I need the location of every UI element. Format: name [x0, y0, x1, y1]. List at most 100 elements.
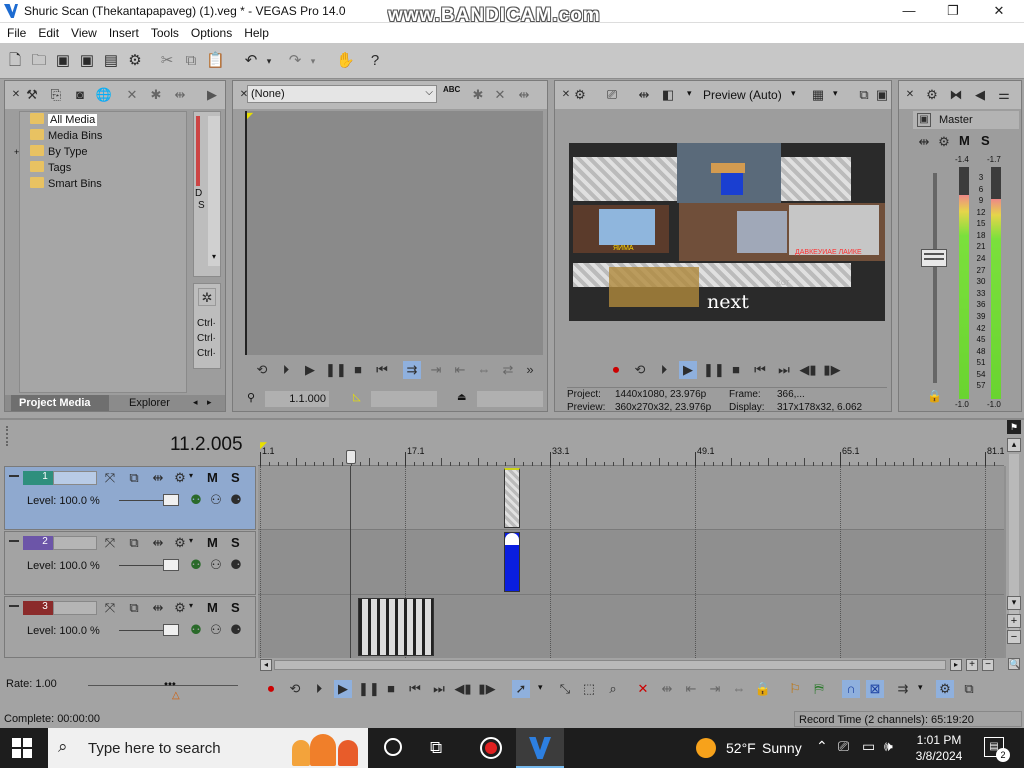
fx-icon[interactable]: ✲ — [198, 288, 216, 306]
composite-mode-icon[interactable]: ⚉ — [187, 556, 205, 574]
trimmer-in-field[interactable] — [371, 391, 437, 407]
clock-date[interactable]: 3/8/2024 — [914, 749, 964, 763]
play-from-start-icon[interactable]: ⏵ — [277, 361, 295, 379]
chevron-down-icon[interactable]: ▾ — [791, 88, 796, 99]
loop-icon[interactable]: ⟲ — [631, 361, 649, 379]
remove-media-icon[interactable]: ✕ — [123, 86, 141, 104]
video-clip-track2[interactable] — [504, 532, 520, 592]
trimmer-split-icon[interactable]: ⇹ — [515, 86, 533, 104]
tree-item-all-media[interactable]: All Media — [30, 112, 102, 128]
trimmer-media-dropdown[interactable]: (None) ⌵ — [247, 85, 437, 103]
show-hidden-icons[interactable]: ⌃ — [816, 738, 828, 755]
play-preview-icon[interactable]: ▶ — [203, 86, 221, 104]
spellcheck-icon[interactable]: ABC — [443, 85, 460, 94]
zoom-in-icon[interactable]: + — [966, 659, 978, 671]
windows-start-icon[interactable] — [12, 738, 32, 758]
play-from-start-icon[interactable]: ⏵ — [310, 680, 328, 698]
fit-icon[interactable]: ⇔ — [475, 361, 493, 379]
help-question-icon[interactable]: ? — [366, 52, 384, 70]
play-from-start-icon[interactable]: ⏵ — [655, 361, 673, 379]
render-icon[interactable]: ▤ — [102, 52, 120, 70]
scroll-up-icon[interactable]: ▴ — [1007, 438, 1021, 452]
split-icon[interactable]: ⇔ — [730, 680, 748, 698]
track-fx-icon[interactable]: ⧉ — [125, 599, 143, 617]
trimmer-fx-icon[interactable]: ✱ — [469, 86, 487, 104]
playhead-handle[interactable] — [346, 450, 356, 464]
trimmer-out-field[interactable] — [477, 391, 543, 407]
tree-item-tags[interactable]: Tags — [30, 160, 102, 176]
scroll-down-icon[interactable]: ▾ — [208, 252, 220, 261]
mixer-icon[interactable]: ⚌ — [995, 86, 1013, 104]
settings-gear-icon[interactable]: ⚙ — [126, 52, 144, 70]
envelope-tool-icon[interactable]: ⤡ — [556, 680, 574, 698]
taskbar-search-box[interactable]: ⌕ Type here to search — [48, 728, 368, 768]
master-insert-icon[interactable]: ⇹ — [915, 133, 933, 151]
marker-icon[interactable]: ⚐ — [786, 680, 804, 698]
menu-file[interactable]: File — [0, 23, 31, 40]
menu-help[interactable]: Help — [237, 23, 274, 40]
trim-icon[interactable]: ⇹ — [658, 680, 676, 698]
menu-tools[interactable]: Tools — [144, 23, 184, 40]
external-monitor-icon[interactable]: ⎚ — [603, 86, 621, 104]
lock-envelopes-icon[interactable]: ⚙ — [936, 680, 954, 698]
go-start-icon[interactable]: ⏮ — [751, 361, 769, 379]
network-icon[interactable]: ▭ — [862, 738, 875, 755]
composite-mode-icon[interactable]: ⚉ — [187, 621, 205, 639]
tab-explorer[interactable]: Explorer — [117, 395, 187, 411]
composite-mode-icon[interactable]: ⚉ — [187, 491, 205, 509]
add-to-timeline-icon[interactable]: ⇉ — [403, 361, 421, 379]
child-composite-icon[interactable]: ⚈ — [227, 556, 245, 574]
bandicam-taskbar-icon[interactable] — [480, 737, 502, 759]
whats-this-hand-icon[interactable]: ✋ — [336, 52, 355, 70]
go-start-icon[interactable]: ⏮ — [406, 680, 424, 698]
new-file-icon[interactable]: 🗋 — [6, 52, 24, 70]
pause-icon[interactable]: ❚❚ — [703, 361, 725, 379]
menu-options[interactable]: Options — [184, 23, 237, 40]
close-button[interactable]: ✕ — [976, 0, 1022, 22]
track-header-2[interactable]: 2 ⤧ ⧉ ⇹ ⚙ ▾ M S Level: 100.0 % ⚉ ⚇ ⚈ — [4, 531, 256, 595]
track-name-field[interactable] — [53, 471, 97, 485]
weather-temperature[interactable]: 52°F — [726, 740, 756, 756]
chevron-down-icon[interactable]: ▾ — [189, 601, 193, 610]
selection-tool-icon[interactable]: ⬚ — [580, 680, 598, 698]
child-composite-icon[interactable]: ⚈ — [227, 621, 245, 639]
insert-icon[interactable]: ⇥ — [427, 361, 445, 379]
copy-icon[interactable]: ⧉ — [182, 52, 200, 70]
collapse-track-icon[interactable] — [9, 475, 19, 477]
play-icon[interactable]: ▶ — [301, 361, 319, 379]
chevron-down-icon[interactable]: ▾ — [189, 471, 193, 480]
parent-composite-icon[interactable]: ⚇ — [207, 556, 225, 574]
menu-insert[interactable]: Insert — [102, 23, 144, 40]
volume-icon[interactable]: 🕪 — [884, 738, 893, 755]
weather-sun-icon[interactable] — [696, 738, 716, 758]
tab-scroll-left-icon[interactable]: ◂ — [193, 397, 198, 408]
track-name-field[interactable] — [53, 536, 97, 550]
trimmer-display[interactable]: ◤ — [245, 111, 543, 355]
maximize-button[interactable]: ❐ — [930, 0, 976, 22]
pause-icon[interactable]: ❚❚ — [325, 361, 347, 379]
import-media-icon[interactable]: ⎘ — [47, 86, 65, 104]
track-mute-button[interactable]: M — [207, 600, 218, 615]
play-icon[interactable]: ▶ — [679, 361, 697, 379]
chevron-down-icon[interactable]: ▾ — [918, 682, 923, 693]
track-header-1[interactable]: 1 ⤧ ⧉ ⇹ ⚙ ▾ M S Level: 100.0 % ⚉ ⚇ ⚈ — [4, 466, 256, 530]
clock-time[interactable]: 1:01 PM — [914, 733, 964, 747]
video-clip-track3[interactable] — [358, 598, 434, 656]
open-folder-icon[interactable]: 🗀 — [30, 52, 48, 70]
media-tools-icon[interactable]: ⚒ — [23, 86, 41, 104]
track-name-field[interactable] — [53, 601, 97, 615]
trim-end-icon[interactable]: ⇥ — [706, 680, 724, 698]
track-motion-icon[interactable]: ⤧ — [101, 534, 119, 552]
track-fx-icon[interactable]: ⧉ — [125, 469, 143, 487]
chevron-down-icon[interactable]: ▾ — [538, 682, 543, 693]
lock-icon[interactable]: 🔒 — [754, 680, 772, 698]
out-marker-icon[interactable]: ⏏ — [457, 392, 466, 403]
video-clip-track1[interactable] — [504, 468, 520, 528]
tree-item-smart-bins[interactable]: Smart Bins — [30, 176, 102, 192]
prev-frame-icon[interactable]: ◀▮ — [799, 361, 817, 379]
go-start-icon[interactable]: ⏮ — [373, 361, 391, 379]
delete-icon[interactable]: ✕ — [634, 680, 652, 698]
pane-splitter[interactable] — [0, 418, 1024, 420]
compositing-icon[interactable]: ⇹ — [149, 599, 167, 617]
track-settings-gear-icon[interactable]: ⚙ — [171, 534, 189, 552]
